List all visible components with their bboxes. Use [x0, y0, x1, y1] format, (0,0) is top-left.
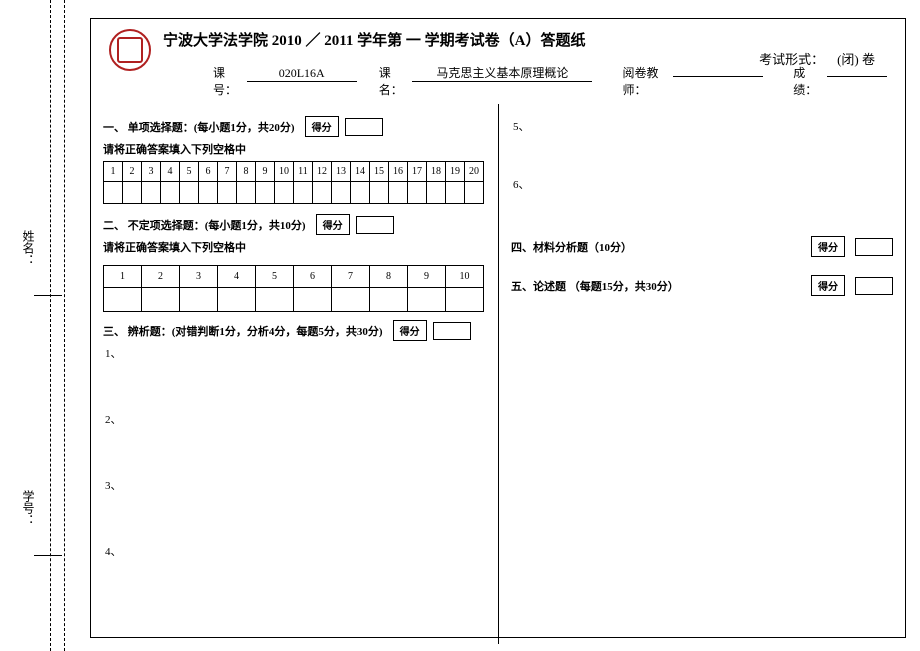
course-code-label: 课号： [213, 64, 239, 98]
grid-cell: 5 [256, 266, 294, 288]
q3-1: 1、 [105, 345, 486, 361]
score-box-value-3[interactable] [433, 322, 471, 340]
score-box-value-4[interactable] [855, 238, 893, 256]
grid-cell: 10 [446, 266, 484, 288]
column-right: 5、 6、 四、材料分析题（10分） 得分 五、论述题 （每题15分，共30分）… [499, 104, 905, 644]
grid-cell: 12 [313, 162, 332, 182]
grid-cell: 3 [180, 266, 218, 288]
sheet-header: 宁波大学法学院 2010 ／ 2011 学年第 一 学期考试卷（A）答题纸 课号… [91, 19, 905, 104]
score-box-value-1[interactable] [345, 118, 383, 136]
exam-form-label: 考试形式： [759, 52, 824, 67]
grid-10-header-row: 1 2 3 4 5 6 7 8 9 10 [104, 266, 484, 288]
section-4-title: 四、材料分析题（10分） [511, 239, 632, 255]
section-1-title: 一、 单项选择题：(每小题1分，共20分) [103, 119, 295, 135]
section-3-title: 三、 辨析题：(对错判断1分，分析4分，每题5分，共30分) [103, 323, 383, 339]
grid-cell: 7 [332, 266, 370, 288]
score-box-value-5[interactable] [855, 277, 893, 295]
grid-cell: 4 [161, 162, 180, 182]
grid-cell: 15 [370, 162, 389, 182]
meta-line: 课号： 020L16A 课名： 马克思主义基本原理概论 阅卷教师： 成绩： [163, 64, 887, 98]
grid-10-answer-row[interactable] [104, 288, 484, 312]
grid-cell: 13 [332, 162, 351, 182]
q3-4: 4、 [105, 543, 486, 559]
grid-cell: 8 [370, 266, 408, 288]
grid-cell: 7 [218, 162, 237, 182]
grid-20-answer-row[interactable] [104, 182, 484, 204]
grid-cell: 14 [351, 162, 370, 182]
score-box-label-3: 得分 [393, 320, 427, 341]
grid-cell: 18 [427, 162, 446, 182]
section-1-sub: 请将正确答案填入下列空格中 [103, 141, 486, 157]
grid-cell: 19 [446, 162, 465, 182]
qR-5: 5、 [513, 118, 893, 134]
grid-cell: 3 [142, 162, 161, 182]
course-code-value: 020L16A [247, 66, 357, 82]
grid-cell: 1 [104, 266, 142, 288]
section-5-head: 五、论述题 （每题15分，共30分） 得分 [511, 275, 893, 296]
name-underline [34, 295, 62, 296]
grid-cell: 11 [294, 162, 313, 182]
fold-dash-1 [50, 0, 51, 651]
score-box-label-2: 得分 [316, 214, 350, 235]
grid-cell: 2 [123, 162, 142, 182]
body-columns: 一、 单项选择题：(每小题1分，共20分) 得分 请将正确答案填入下列空格中 1… [91, 104, 905, 644]
grid-cell: 9 [256, 162, 275, 182]
grid-cell: 9 [408, 266, 446, 288]
id-label: 学号： [20, 490, 37, 526]
grid-cell: 4 [218, 266, 256, 288]
grid-20: 1 2 3 4 5 6 7 8 9 10 11 12 13 14 15 16 1 [103, 161, 484, 204]
section-3-head: 三、 辨析题：(对错判断1分，分析4分，每题5分，共30分) 得分 [103, 320, 486, 341]
course-name-label: 课名： [379, 64, 405, 98]
score-box-label-4: 得分 [811, 236, 845, 257]
grader-value[interactable] [673, 76, 763, 77]
name-label: 姓名： [20, 230, 37, 266]
section-5-title: 五、论述题 （每题15分，共30分） [511, 278, 679, 294]
total-score-value[interactable] [827, 76, 887, 77]
column-left: 一、 单项选择题：(每小题1分，共20分) 得分 请将正确答案填入下列空格中 1… [91, 104, 499, 644]
grid-cell: 8 [237, 162, 256, 182]
grid-cell: 17 [408, 162, 427, 182]
section-2-sub: 请将正确答案填入下列空格中 [103, 239, 486, 255]
score-box-label-1: 得分 [305, 116, 339, 137]
grid-cell: 16 [389, 162, 408, 182]
total-score-label: 成绩： [793, 64, 819, 98]
section-1-head: 一、 单项选择题：(每小题1分，共20分) 得分 [103, 116, 486, 137]
score-box-label-5: 得分 [811, 275, 845, 296]
grid-cell: 10 [275, 162, 294, 182]
binding-margin: 姓名： 学号： [0, 0, 78, 651]
grid-cell: 6 [294, 266, 332, 288]
grid-cell: 2 [142, 266, 180, 288]
grid-cell: 1 [104, 162, 123, 182]
score-box-value-2[interactable] [356, 216, 394, 234]
sheet-title: 宁波大学法学院 2010 ／ 2011 学年第 一 学期考试卷（A）答题纸 [163, 29, 887, 50]
q3-2: 2、 [105, 411, 486, 427]
grid-cell: 5 [180, 162, 199, 182]
id-underline [34, 555, 62, 556]
q3-3: 3、 [105, 477, 486, 493]
course-name-value: 马克思主义基本原理概论 [412, 64, 592, 82]
grid-20-header-row: 1 2 3 4 5 6 7 8 9 10 11 12 13 14 15 16 1 [104, 162, 484, 182]
grid-cell: 20 [465, 162, 484, 182]
section-2-head: 二、 不定项选择题：(每小题1分，共10分) 得分 [103, 214, 486, 235]
grid-cell: 6 [199, 162, 218, 182]
grader-label: 阅卷教师： [622, 64, 665, 98]
exam-form: 考试形式： (闭) 卷 [759, 49, 875, 68]
exam-form-value: (闭) 卷 [837, 52, 875, 67]
university-seal-icon [109, 29, 151, 71]
answer-sheet: 宁波大学法学院 2010 ／ 2011 学年第 一 学期考试卷（A）答题纸 课号… [90, 18, 906, 638]
fold-dash-2 [64, 0, 65, 651]
section-2-title: 二、 不定项选择题：(每小题1分，共10分) [103, 217, 306, 233]
qR-6: 6、 [513, 176, 893, 192]
section-4-head: 四、材料分析题（10分） 得分 [511, 236, 893, 257]
grid-10: 1 2 3 4 5 6 7 8 9 10 [103, 265, 484, 312]
